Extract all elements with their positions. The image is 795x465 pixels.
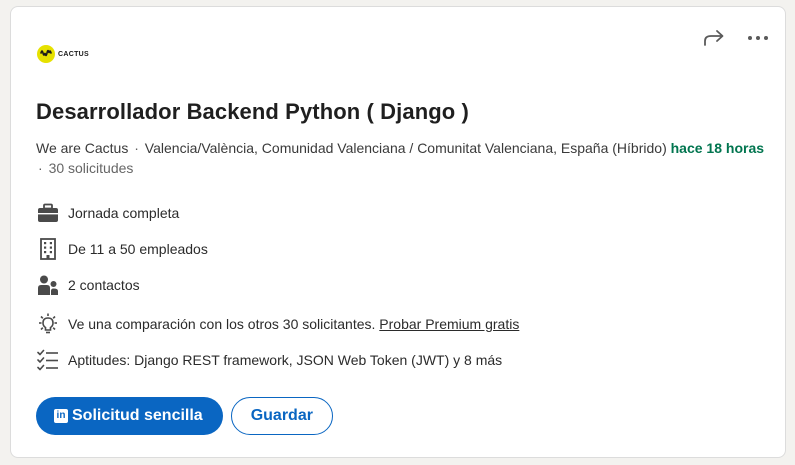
applicant-count: 30 solicitudes xyxy=(48,160,134,176)
linkedin-icon: in xyxy=(54,409,68,423)
feature-comparison: Ve una comparación con los otros 30 soli… xyxy=(36,312,519,336)
posted-time: hace 18 horas xyxy=(670,140,765,156)
people-icon xyxy=(36,273,60,297)
checklist-icon xyxy=(36,348,60,372)
easy-apply-label: Solicitud sencilla xyxy=(72,407,203,424)
contacts-text[interactable]: 2 contactos xyxy=(68,277,140,293)
premium-trial-link[interactable]: Probar Premium gratis xyxy=(379,316,519,332)
card-actions xyxy=(701,25,771,51)
comparison-text: Ve una comparación con los otros 30 soli… xyxy=(68,316,376,332)
more-horizontal-icon[interactable] xyxy=(745,25,771,51)
employment-type-text: Jornada completa xyxy=(68,205,180,221)
company-name[interactable]: We are Cactus xyxy=(36,140,128,156)
company-size-text: De 11 a 50 empleados xyxy=(68,241,208,257)
feature-employment-type: Jornada completa xyxy=(36,201,179,225)
lightbulb-icon xyxy=(36,312,60,336)
job-location: Valencia/València, Comunidad Valenciana … xyxy=(144,140,667,156)
skills-text[interactable]: Aptitudes: Django REST framework, JSON W… xyxy=(68,352,502,368)
easy-apply-button[interactable]: in Solicitud sencilla xyxy=(36,397,223,435)
company-logo[interactable]: CACTUS xyxy=(37,45,89,63)
building-icon xyxy=(36,237,60,261)
briefcase-icon xyxy=(36,201,60,225)
job-card: CACTUS Desarrollador Backend Python ( Dj… xyxy=(10,6,786,458)
feature-company-size: De 11 a 50 empleados xyxy=(36,237,208,261)
company-logo-text: CACTUS xyxy=(58,50,89,58)
job-title[interactable]: Desarrollador Backend Python ( Django ) xyxy=(36,99,469,125)
cactus-logo-icon xyxy=(37,45,55,63)
feature-skills[interactable]: Aptitudes: Django REST framework, JSON W… xyxy=(36,348,502,372)
feature-contacts[interactable]: 2 contactos xyxy=(36,273,140,297)
save-button[interactable]: Guardar xyxy=(230,397,333,435)
share-arrow-icon[interactable] xyxy=(701,25,727,51)
job-meta: We are Cactus · Valencia/València, Comun… xyxy=(36,138,766,178)
action-buttons: in Solicitud sencilla Guardar xyxy=(36,397,333,435)
meta-separator: · xyxy=(134,140,139,156)
meta-separator: · xyxy=(38,160,43,176)
